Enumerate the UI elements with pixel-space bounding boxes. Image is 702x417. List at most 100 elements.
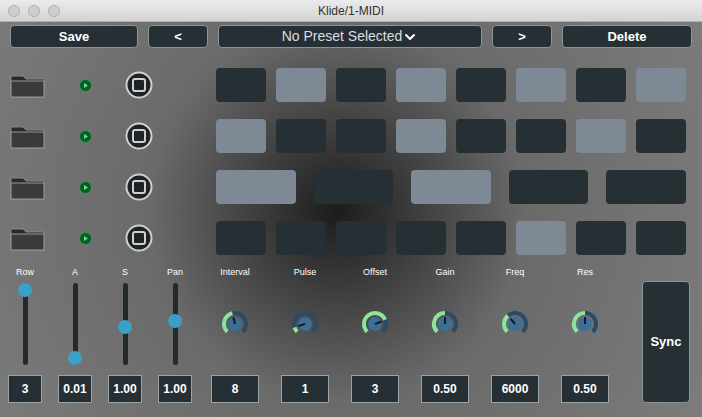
- play-icon[interactable]: [79, 232, 92, 245]
- step-cell[interactable]: [636, 119, 686, 153]
- step-cell[interactable]: [411, 170, 491, 204]
- folder-icon[interactable]: [10, 72, 45, 98]
- minimize-icon[interactable]: [28, 5, 40, 17]
- slider-label: Pan: [167, 265, 183, 279]
- step-cell[interactable]: [636, 68, 686, 102]
- slider-label: A: [72, 265, 78, 279]
- value-box[interactable]: 8: [211, 375, 259, 403]
- play-icon[interactable]: [79, 130, 92, 143]
- knob-column: Pulse 1: [270, 265, 340, 403]
- folder-icon[interactable]: [10, 123, 45, 149]
- step-cell[interactable]: [456, 119, 506, 153]
- slider-column: Row 3: [0, 265, 50, 403]
- step-cell[interactable]: [336, 221, 386, 255]
- knob-label: Gain: [435, 265, 454, 279]
- mute-icon[interactable]: [125, 224, 153, 252]
- mute-icon[interactable]: [125, 71, 153, 99]
- step-cell[interactable]: [606, 170, 686, 204]
- step-cell[interactable]: [276, 119, 326, 153]
- value-box[interactable]: 6000: [491, 375, 539, 403]
- step-cell[interactable]: [216, 170, 296, 204]
- step-cell[interactable]: [276, 221, 326, 255]
- knob-icon[interactable]: [570, 309, 600, 339]
- title-bar: Klide/1-MIDI: [0, 0, 702, 22]
- mute-icon[interactable]: [125, 122, 153, 150]
- slider-column: A 0.01: [50, 265, 100, 403]
- step-cell[interactable]: [576, 221, 626, 255]
- step-cell[interactable]: [516, 119, 566, 153]
- plugin-body: Save < No Preset Selected > Delete Row 3 A 0.01 S…: [0, 22, 702, 417]
- knob-label: Pulse: [294, 265, 317, 279]
- knob-icon[interactable]: [500, 309, 530, 339]
- step-cell[interactable]: [509, 170, 589, 204]
- play-icon[interactable]: [79, 181, 92, 194]
- step-cell[interactable]: [456, 68, 506, 102]
- prev-button[interactable]: <: [148, 25, 208, 48]
- step-cell[interactable]: [396, 119, 446, 153]
- step-cell[interactable]: [576, 68, 626, 102]
- knob-icon[interactable]: [290, 309, 320, 339]
- slider-thumb[interactable]: [118, 320, 132, 334]
- value-box[interactable]: 1.00: [158, 375, 192, 403]
- slider-track[interactable]: [123, 283, 128, 365]
- play-icon[interactable]: [79, 79, 92, 92]
- knob-column: Interval 8: [200, 265, 270, 403]
- preset-dropdown[interactable]: No Preset Selected: [218, 25, 482, 48]
- step-cell[interactable]: [336, 68, 386, 102]
- knob-label: Offset: [363, 265, 387, 279]
- save-button[interactable]: Save: [10, 25, 138, 48]
- next-button[interactable]: >: [492, 25, 552, 48]
- knob-icon[interactable]: [220, 309, 250, 339]
- value-box[interactable]: 1.00: [108, 375, 142, 403]
- knob-label: Interval: [220, 265, 250, 279]
- knob-label: Res: [577, 265, 593, 279]
- knob-label: Freq: [506, 265, 525, 279]
- knob-icon[interactable]: [360, 309, 390, 339]
- controls: Row 3 A 0.01 S1.00 Pan 1.00 Interval 8 Pulse 1 Offs…: [0, 265, 702, 403]
- step-cell[interactable]: [336, 119, 386, 153]
- step-cell[interactable]: [636, 221, 686, 255]
- value-box[interactable]: 0.50: [421, 375, 469, 403]
- step-cell[interactable]: [396, 68, 446, 102]
- value-box[interactable]: 0.01: [58, 375, 92, 403]
- window-title: Klide/1-MIDI: [318, 2, 384, 20]
- zoom-icon[interactable]: [48, 5, 60, 17]
- value-box[interactable]: 3: [351, 375, 399, 403]
- close-icon[interactable]: [8, 5, 20, 17]
- knob-column: Res 0.50: [550, 265, 620, 403]
- folder-icon[interactable]: [10, 174, 45, 200]
- delete-button[interactable]: Delete: [562, 25, 692, 48]
- slider-thumb[interactable]: [18, 283, 32, 297]
- slider-thumb[interactable]: [68, 351, 82, 365]
- slider-track[interactable]: [23, 283, 28, 365]
- value-box[interactable]: 1: [281, 375, 329, 403]
- slider-thumb[interactable]: [168, 314, 182, 328]
- step-cell[interactable]: [276, 68, 326, 102]
- sequencer-row: [0, 170, 686, 204]
- step-cell[interactable]: [516, 68, 566, 102]
- sequencer: [0, 68, 702, 255]
- slider-column: S1.00: [100, 265, 150, 403]
- step-cell[interactable]: [396, 221, 446, 255]
- step-cell[interactable]: [576, 119, 626, 153]
- step-cell[interactable]: [516, 221, 566, 255]
- app-window: Klide/1-MIDI Save < No Preset Selected > Dele…: [0, 0, 702, 417]
- sequencer-row: [0, 119, 686, 153]
- step-cell[interactable]: [216, 221, 266, 255]
- step-cell[interactable]: [314, 170, 394, 204]
- slider-track[interactable]: [73, 283, 78, 365]
- step-cell[interactable]: [216, 68, 266, 102]
- slider-track[interactable]: [173, 283, 178, 365]
- sync-button[interactable]: Sync: [642, 281, 690, 403]
- step-cell[interactable]: [456, 221, 506, 255]
- value-box[interactable]: 3: [8, 375, 42, 403]
- sequencer-row: [0, 221, 686, 255]
- sequencer-row: [0, 68, 686, 102]
- knob-column: Freq 6000: [480, 265, 550, 403]
- mute-icon[interactable]: [125, 173, 153, 201]
- value-box[interactable]: 0.50: [561, 375, 609, 403]
- slider-label: Row: [16, 265, 34, 279]
- step-cell[interactable]: [216, 119, 266, 153]
- knob-icon[interactable]: [430, 309, 460, 339]
- folder-icon[interactable]: [10, 225, 45, 251]
